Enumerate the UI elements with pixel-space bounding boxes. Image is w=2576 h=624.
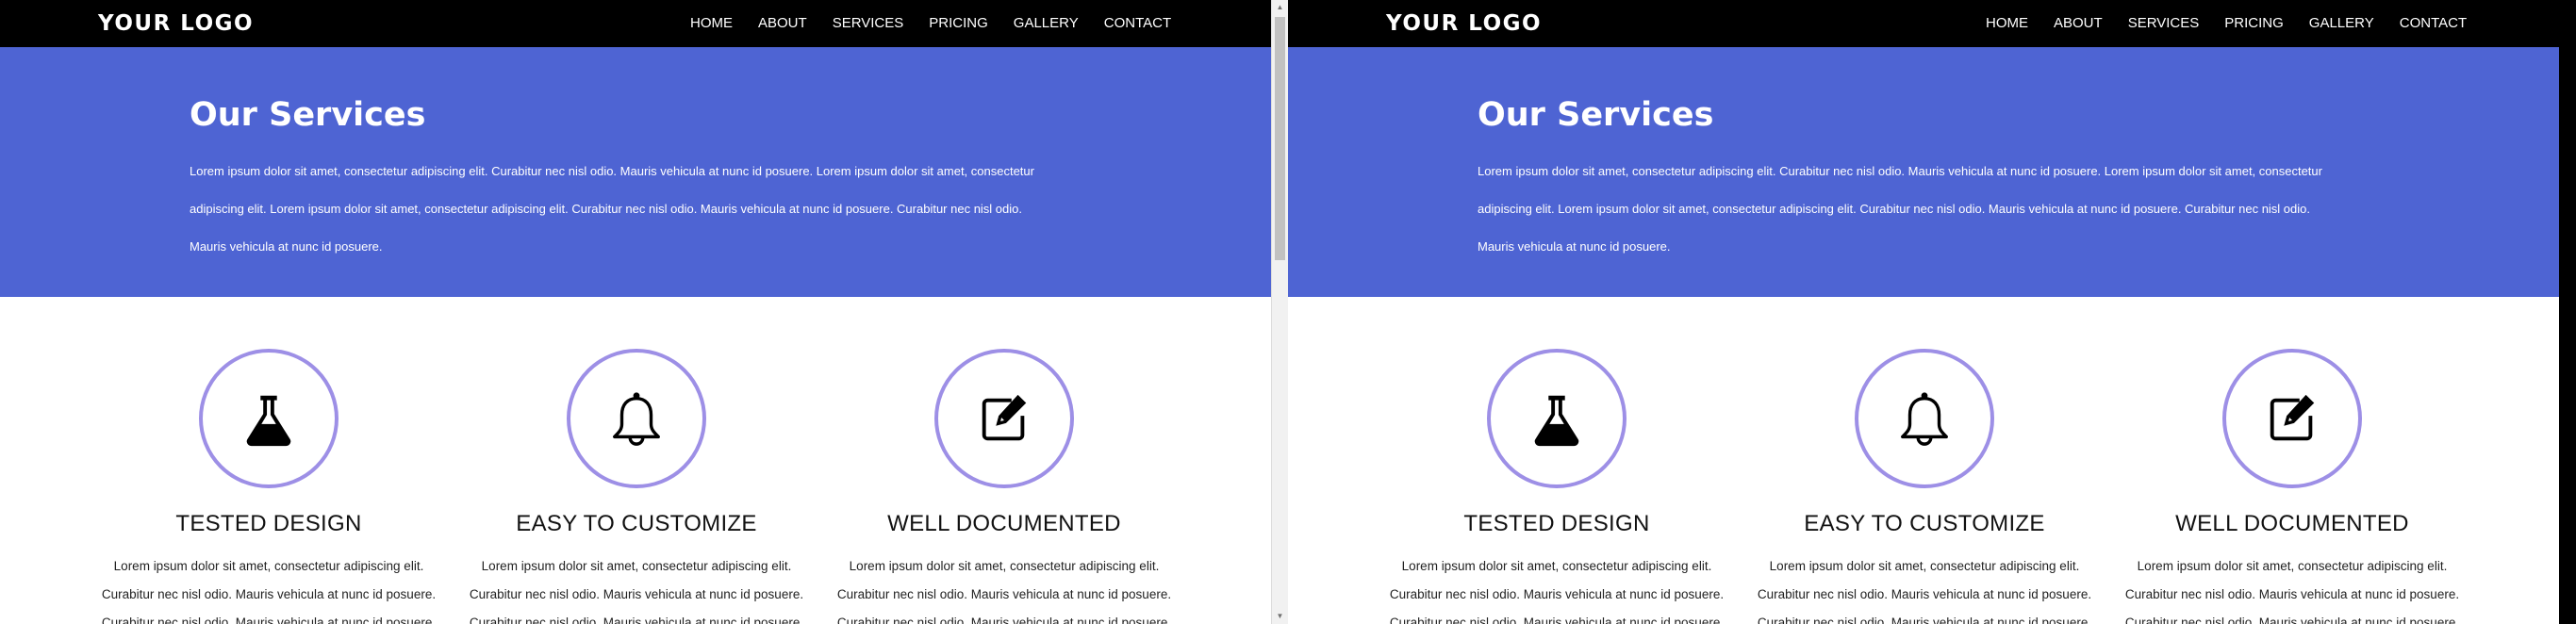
service-title: WELL DOCUMENTED	[887, 511, 1121, 536]
scrollbar-thumb[interactable]	[1275, 17, 1285, 260]
service-icon-button[interactable]	[2222, 349, 2362, 488]
page-title: Our Services	[1478, 96, 1714, 134]
flask-icon	[1534, 395, 1579, 447]
menu-item-pricing[interactable]: PRICING	[2224, 13, 2284, 34]
top-navigation: YOUR LOGO HOME ABOUT SERVICES PRICING GA…	[0, 0, 1271, 47]
hero-description: Lorem ipsum dolor sit amet, consectetur …	[190, 164, 1034, 254]
service-description: Lorem ipsum dolor sit amet, consectetur …	[1757, 559, 2092, 624]
service-card-easy-to-customize: EASY TO CUSTOMIZE Lorem ipsum dolor sit …	[453, 349, 820, 624]
menu-item-gallery[interactable]: GALLERY	[1014, 13, 1079, 34]
logo[interactable]: YOUR LOGO	[1386, 9, 1542, 38]
edit-icon	[2270, 394, 2315, 441]
menu-item-gallery[interactable]: GALLERY	[2309, 13, 2374, 34]
bell-icon	[613, 392, 660, 446]
services-hero: Our Services Lorem ipsum dolor sit amet,…	[1288, 47, 2559, 297]
scroll-down-arrow-icon[interactable]: ▼	[1272, 609, 1288, 624]
menu-item-home[interactable]: HOME	[1986, 13, 2028, 34]
menu-item-about[interactable]: ABOUT	[2054, 13, 2103, 34]
service-description: Lorem ipsum dolor sit amet, consectetur …	[2124, 559, 2460, 624]
bell-icon	[1901, 392, 1948, 446]
top-navigation: YOUR LOGO HOME ABOUT SERVICES PRICING GA…	[1288, 0, 2559, 47]
service-card-tested-design: TESTED DESIGN Lorem ipsum dolor sit amet…	[1373, 349, 1741, 624]
service-icon-button[interactable]	[1487, 349, 1627, 488]
services-hero: Our Services Lorem ipsum dolor sit amet,…	[0, 47, 1271, 297]
service-card-easy-to-customize: EASY TO CUSTOMIZE Lorem ipsum dolor sit …	[1741, 349, 2108, 624]
scroll-up-arrow-icon[interactable]: ▲	[1272, 0, 1288, 15]
service-icon-button[interactable]	[199, 349, 339, 488]
service-title: TESTED DESIGN	[175, 511, 362, 536]
menu-item-services[interactable]: SERVICES	[2128, 13, 2200, 34]
service-title: EASY TO CUSTOMIZE	[1804, 511, 2045, 536]
page-pane-left: YOUR LOGO HOME ABOUT SERVICES PRICING GA…	[0, 0, 1271, 624]
service-card-well-documented: WELL DOCUMENTED Lorem ipsum dolor sit am…	[820, 349, 1188, 624]
service-title: EASY TO CUSTOMIZE	[516, 511, 757, 536]
main-menu: HOME ABOUT SERVICES PRICING GALLERY CONT…	[1986, 13, 2492, 34]
service-icon-button[interactable]	[934, 349, 1074, 488]
services-grid: TESTED DESIGN Lorem ipsum dolor sit amet…	[0, 297, 1271, 624]
menu-item-about[interactable]: ABOUT	[758, 13, 807, 34]
menu-item-home[interactable]: HOME	[690, 13, 733, 34]
service-description: Lorem ipsum dolor sit amet, consectetur …	[101, 559, 437, 624]
hero-description: Lorem ipsum dolor sit amet, consectetur …	[1478, 164, 2322, 254]
menu-item-contact[interactable]: CONTACT	[1104, 13, 1171, 34]
comparison-screenshot: YOUR LOGO HOME ABOUT SERVICES PRICING GA…	[0, 0, 2576, 624]
menu-item-services[interactable]: SERVICES	[833, 13, 904, 34]
service-icon-button[interactable]	[1855, 349, 1994, 488]
service-card-well-documented: WELL DOCUMENTED Lorem ipsum dolor sit am…	[2108, 349, 2476, 624]
menu-item-contact[interactable]: CONTACT	[2400, 13, 2467, 34]
service-description: Lorem ipsum dolor sit amet, consectetur …	[1389, 559, 1725, 624]
vertical-scrollbar[interactable]: ▲ ▼	[1271, 0, 1288, 624]
services-grid: TESTED DESIGN Lorem ipsum dolor sit amet…	[1288, 297, 2559, 624]
service-description: Lorem ipsum dolor sit amet, consectetur …	[836, 559, 1172, 624]
service-card-tested-design: TESTED DESIGN Lorem ipsum dolor sit amet…	[85, 349, 453, 624]
service-title: WELL DOCUMENTED	[2175, 511, 2409, 536]
service-title: TESTED DESIGN	[1463, 511, 1650, 536]
page-pane-right: YOUR LOGO HOME ABOUT SERVICES PRICING GA…	[1288, 0, 2559, 624]
service-icon-button[interactable]	[567, 349, 706, 488]
logo[interactable]: YOUR LOGO	[98, 9, 254, 38]
service-description: Lorem ipsum dolor sit amet, consectetur …	[469, 559, 804, 624]
main-menu: HOME ABOUT SERVICES PRICING GALLERY CONT…	[690, 13, 1197, 34]
flask-icon	[246, 395, 291, 447]
edit-icon	[982, 394, 1027, 441]
page-title: Our Services	[190, 96, 426, 134]
menu-item-pricing[interactable]: PRICING	[929, 13, 988, 34]
